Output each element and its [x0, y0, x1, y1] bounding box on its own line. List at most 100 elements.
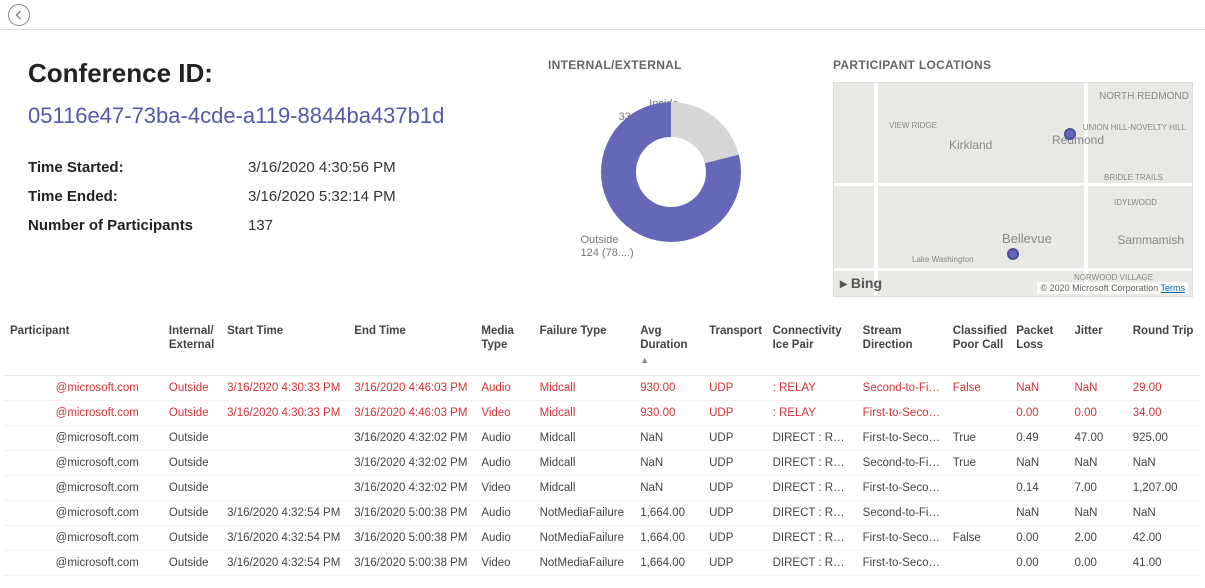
table-cell: UDP [703, 401, 767, 426]
participant-link[interactable]: @microsoft.com [56, 457, 139, 469]
map-label: Redmond [1052, 133, 1104, 147]
table-cell: 0.00 [1010, 401, 1068, 426]
table-row[interactable]: @microsoft.comOutside3/16/2020 4:30:33 P… [4, 401, 1201, 426]
participant-link[interactable]: @microsoft.com [56, 482, 139, 494]
table-cell: 0.00 [1010, 526, 1068, 551]
num-participants-label: Number of Participants [28, 217, 248, 234]
column-header[interactable]: AvgDuration▲ [634, 317, 703, 376]
map-pin-icon[interactable] [1064, 128, 1076, 140]
column-header[interactable]: Failure Type [534, 317, 635, 376]
column-header[interactable]: MediaType [475, 317, 533, 376]
column-header[interactable]: Start Time [221, 317, 348, 376]
table-cell: 1,664.00 [634, 501, 703, 526]
table-cell: NaN [1068, 451, 1126, 476]
table-cell: DIRECT : RELAY [767, 551, 857, 576]
table-cell: : RELAY [767, 401, 857, 426]
table-cell: Audio [475, 376, 533, 401]
table-cell: @microsoft.com [4, 426, 163, 451]
participant-link[interactable]: @microsoft.com [56, 532, 139, 544]
map-label: IDYLWOOD [1114, 198, 1157, 207]
table-cell: First-to-Second [857, 526, 947, 551]
map-label: Lake Washington [912, 255, 974, 264]
map-label: Kirkland [949, 138, 992, 152]
table-cell: 42.00 [1127, 526, 1201, 551]
column-header[interactable]: Jitter [1068, 317, 1126, 376]
table-cell: @microsoft.com [4, 501, 163, 526]
table-cell: UDP [703, 426, 767, 451]
table-cell: 34.00 [1127, 401, 1201, 426]
table-cell: 3/16/2020 4:46:03 PM [348, 376, 475, 401]
table-cell: Audio [475, 501, 533, 526]
table-cell: Second-to-First [857, 376, 947, 401]
table-cell: NaN [634, 451, 703, 476]
table-cell: First-to-Second [857, 551, 947, 576]
time-ended-label: Time Ended: [28, 188, 248, 205]
table-cell: Midcall [534, 401, 635, 426]
table-cell: 3/16/2020 4:32:02 PM [348, 426, 475, 451]
map-label: VIEW RIDGE [889, 121, 937, 130]
table-row[interactable]: @microsoft.comOutside3/16/2020 4:30:33 P… [4, 376, 1201, 401]
table-cell: 41.00 [1127, 551, 1201, 576]
column-header[interactable]: Participant [4, 317, 163, 376]
map-label: NORWOOD VILLAGE [1074, 273, 1153, 282]
column-header[interactable]: Internal/External [163, 317, 221, 376]
map-pin-icon[interactable] [1007, 248, 1019, 260]
bing-logo: ▸ Bing [840, 275, 882, 292]
back-button[interactable] [8, 4, 30, 26]
conference-id-label: Conference ID: [28, 58, 508, 89]
table-row[interactable]: @microsoft.comOutside3/16/2020 4:32:02 P… [4, 451, 1201, 476]
participant-link[interactable]: @microsoft.com [56, 382, 139, 394]
column-header[interactable]: Round Trip [1127, 317, 1201, 376]
column-header[interactable]: ClassifiedPoor Call [947, 317, 1011, 376]
table-row[interactable]: @microsoft.comOutside3/16/2020 4:32:02 P… [4, 476, 1201, 501]
summary-panel: Conference ID: 05116e47-73ba-4cde-a119-8… [28, 58, 508, 297]
map-label: UNION HILL-NOVELTY HILL [1083, 123, 1186, 132]
donut-outside-label: Outside124 (78....) [581, 234, 634, 260]
table-cell: 0.00 [1068, 551, 1126, 576]
table-cell: 3/16/2020 5:00:38 PM [348, 551, 475, 576]
table-cell: NaN [1068, 501, 1126, 526]
column-header[interactable]: ConnectivityIce Pair [767, 317, 857, 376]
column-header[interactable]: Transport [703, 317, 767, 376]
table-cell: Outside [163, 426, 221, 451]
time-started-label: Time Started: [28, 159, 248, 176]
map-terms-link[interactable]: Terms [1161, 283, 1186, 293]
table-cell: False [947, 376, 1011, 401]
table-row[interactable]: @microsoft.comOutside3/16/2020 4:32:54 P… [4, 551, 1201, 576]
table-cell: 925.00 [1127, 426, 1201, 451]
table-cell: 0.00 [1010, 551, 1068, 576]
internal-external-title: INTERNAL/EXTERNAL [548, 58, 793, 72]
table-cell: 0.49 [1010, 426, 1068, 451]
column-header[interactable]: End Time [348, 317, 475, 376]
map-label: Bellevue [1002, 231, 1052, 246]
table-cell: UDP [703, 501, 767, 526]
table-cell: Midcall [534, 476, 635, 501]
participant-locations-title: PARTICIPANT LOCATIONS [833, 58, 1193, 72]
table-row[interactable]: @microsoft.comOutside3/16/2020 4:32:54 P… [4, 526, 1201, 551]
table-cell: NotMediaFailure [534, 526, 635, 551]
sort-indicator-icon: ▲ [640, 355, 697, 366]
participant-link[interactable]: @microsoft.com [56, 407, 139, 419]
table-cell [221, 426, 348, 451]
table-cell: True [947, 426, 1011, 451]
internal-external-donut[interactable]: Inside33 (21.02%) Outside124 (78....) [581, 82, 761, 262]
table-cell: First-to-Second [857, 476, 947, 501]
table-cell: Audio [475, 451, 533, 476]
column-header[interactable]: Stream Direction [857, 317, 947, 376]
table-cell: UDP [703, 526, 767, 551]
table-row[interactable]: @microsoft.com Outside 3/16/2020 4:32:02 P… [4, 426, 1201, 451]
table-row[interactable]: @microsoft.comOutside3/16/2020 4:32:54 P… [4, 501, 1201, 526]
table-cell: UDP [703, 476, 767, 501]
map-label: BRIDLE TRAILS [1104, 173, 1163, 182]
column-header[interactable]: PacketLoss [1010, 317, 1068, 376]
participant-locations-map[interactable]: NORTH REDMOND VIEW RIDGE Kirkland Redmon… [833, 82, 1193, 297]
table-cell [947, 401, 1011, 426]
table-cell: 0.14 [1010, 476, 1068, 501]
participant-link[interactable]: @microsoft.com [56, 507, 139, 519]
participant-link[interactable]: @microsoft.com [56, 432, 139, 444]
participant-link[interactable]: @microsoft.com [56, 557, 139, 569]
table-cell: Outside [163, 376, 221, 401]
table-cell: 3/16/2020 4:32:02 PM [348, 451, 475, 476]
table-cell: 1,664.00 [634, 526, 703, 551]
table-cell: Outside [163, 526, 221, 551]
